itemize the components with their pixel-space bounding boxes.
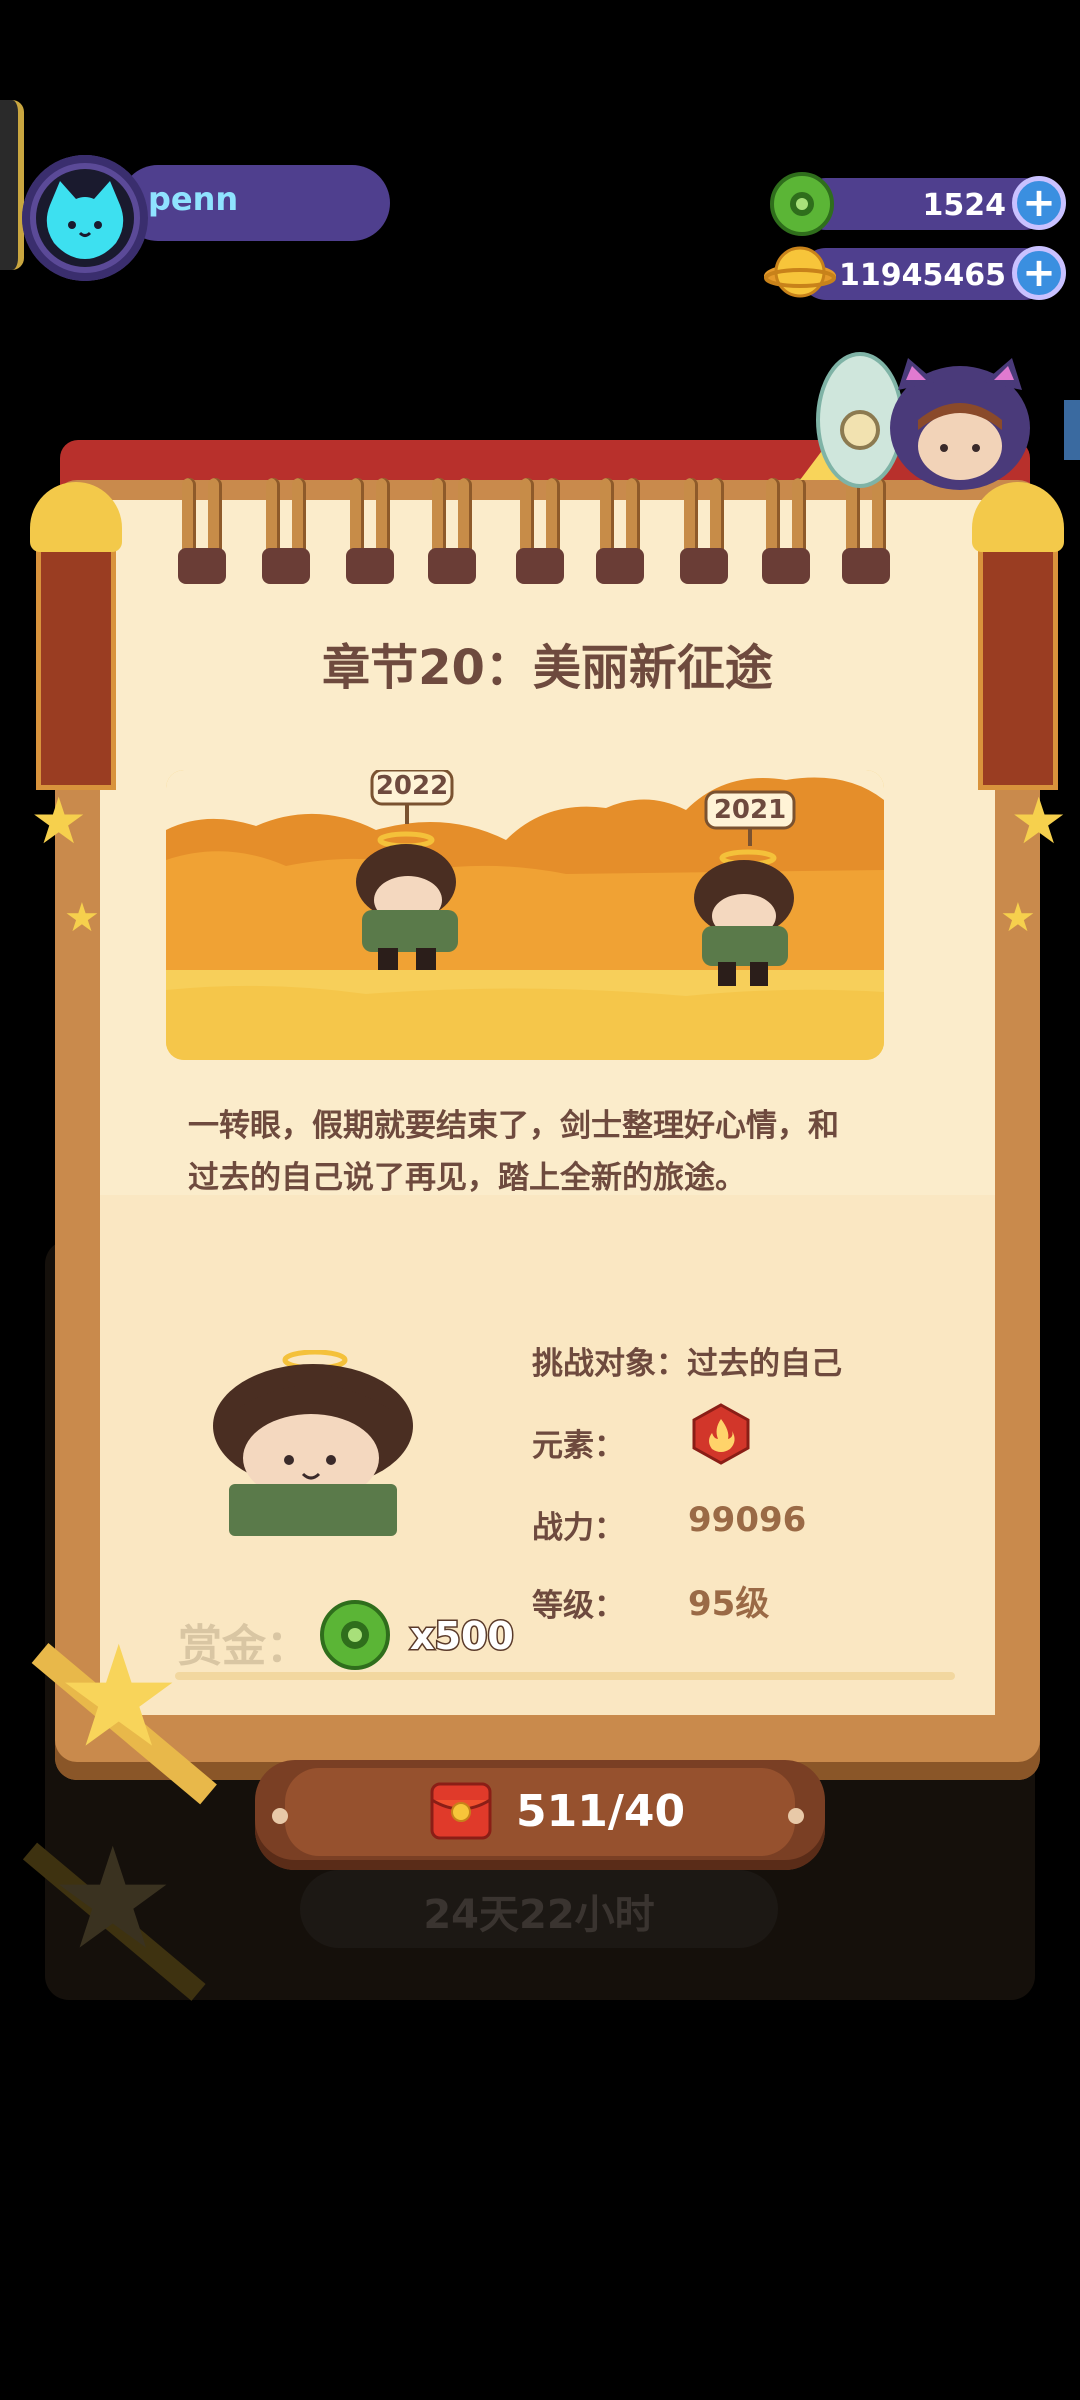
binder-ring: [516, 478, 564, 584]
story-line-2: 过去的自己说了再见，踏上全新的旅途。: [188, 1160, 746, 1196]
cat-avatar-icon: [46, 181, 124, 259]
ticket-count: 511/40: [516, 1786, 686, 1837]
story-line-1: 一转眼，假期就要结束了，剑士整理好心情，和: [188, 1108, 839, 1144]
star-icon: ★: [1000, 895, 1036, 941]
power-value: 99096: [688, 1500, 807, 1540]
coin-count: 11945465: [839, 258, 1006, 293]
event-timer: 24天22小时: [423, 1892, 655, 1938]
gem-coin-icon: [320, 1600, 390, 1670]
binder-ring: [262, 478, 310, 584]
sign-right-label: 2021: [714, 795, 786, 825]
level-label: 等级：: [532, 1588, 625, 1624]
star-icon: ★: [30, 785, 88, 859]
sign-left-label: 2022: [376, 771, 448, 801]
reward-label: 赏金：: [178, 1621, 310, 1672]
illustration-scene: 2022 2021: [166, 770, 884, 1060]
binder-ring: [596, 478, 644, 584]
binder-ring: [680, 478, 728, 584]
chapter-title: 章节20：美丽新征途: [322, 640, 773, 696]
binder-ring: [178, 478, 226, 584]
star-charm-icon: ★: [56, 1616, 182, 1779]
bar-stud: [788, 1808, 804, 1824]
add-coins-button[interactable]: +: [1012, 246, 1066, 300]
gem-count: 1524: [922, 188, 1007, 223]
bar-stud: [272, 1808, 288, 1824]
avatar[interactable]: [36, 169, 134, 267]
add-gems-button[interactable]: +: [1012, 176, 1066, 230]
binder-ring: [428, 478, 476, 584]
power-label: 战力：: [532, 1510, 625, 1546]
challenge-target: 挑战对象：过去的自己: [532, 1346, 842, 1382]
star-icon: ★: [64, 895, 100, 941]
chapter-story: 一转眼，假期就要结束了，剑士整理好心情，和 过去的自己说了再见，踏上全新的旅途。: [188, 1100, 908, 1204]
side-menu-tab[interactable]: [0, 100, 24, 270]
red-envelope-icon: [430, 1782, 492, 1840]
binder-ring: [346, 478, 394, 584]
star-icon: ★: [1010, 785, 1068, 859]
rocket-and-cat-decoration: [800, 352, 1080, 490]
level-value: 95级: [688, 1584, 770, 1624]
reward-amount: x500: [409, 1613, 516, 1660]
element-label: 元素：: [532, 1428, 625, 1464]
enemy-portrait: [213, 1350, 413, 1536]
star-shadow-icon: ★: [50, 1818, 176, 1981]
player-name: penn: [148, 180, 239, 218]
chapter-illustration: 2022 2021: [166, 770, 884, 1060]
fire-icon: [692, 1403, 750, 1465]
